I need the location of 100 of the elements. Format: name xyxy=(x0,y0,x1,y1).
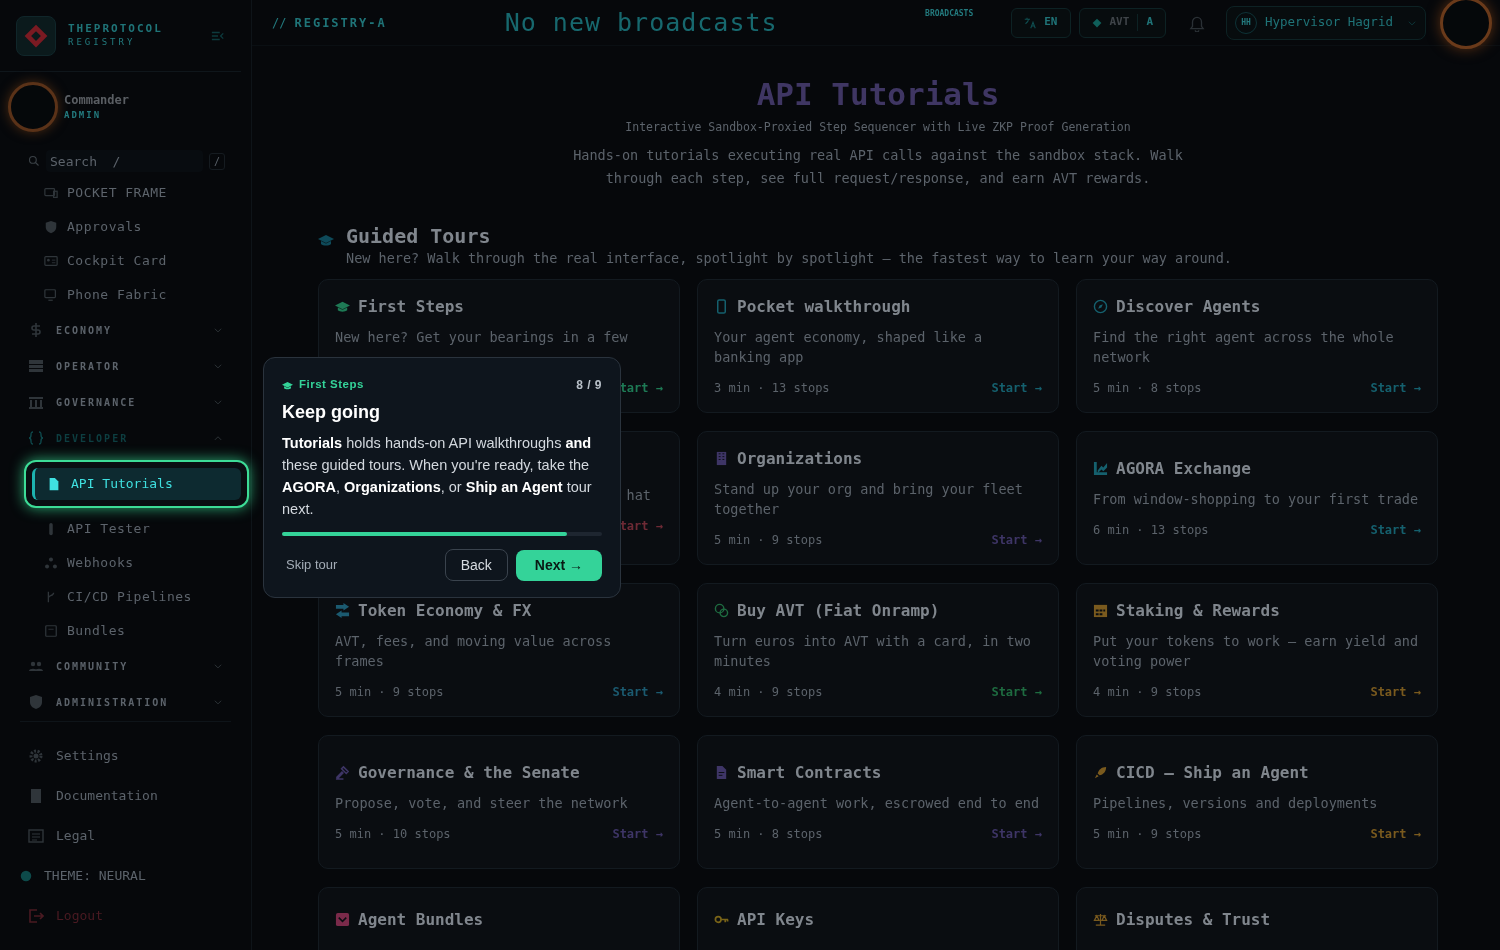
link-label: Logout xyxy=(56,907,103,926)
item-label: API Tutorials xyxy=(71,475,173,494)
logo xyxy=(16,15,56,56)
start-link[interactable]: Start → xyxy=(991,530,1042,549)
step-counter: 8 / 9 xyxy=(576,377,602,394)
card-meta: 6 min · 13 stops xyxy=(1093,521,1209,539)
section-subtitle: New here? Walk through the real interface, spotlight by spotlight — the fastest way to learn your way around. xyxy=(346,249,1232,269)
card-description: AVT, fees, and moving value across frames xyxy=(335,631,613,671)
token-button[interactable]: AVT A xyxy=(1078,7,1166,38)
language-button[interactable]: EN xyxy=(1011,7,1071,38)
start-link[interactable]: Start → xyxy=(1370,520,1421,539)
page-title: API Tutorials xyxy=(755,76,1001,114)
start-link[interactable]: Start → xyxy=(1370,824,1421,843)
search-icon xyxy=(28,155,40,167)
card-title: Token Economy & FX xyxy=(358,599,532,622)
sidebar-item[interactable]: POCKET FRAME xyxy=(0,176,251,210)
section-header[interactable]: COMMUNITY xyxy=(0,648,251,684)
start-link[interactable]: tart → xyxy=(619,378,663,397)
braces-icon xyxy=(28,430,44,446)
back-button[interactable]: Back xyxy=(444,549,508,581)
user-name: Commander xyxy=(64,92,130,110)
translate-icon xyxy=(1024,16,1037,29)
card-title: Agent Bundles xyxy=(358,908,484,931)
card-title: Governance & the Senate xyxy=(358,761,580,784)
shield-icon xyxy=(44,220,58,234)
card-meta: 5 min · 8 stops xyxy=(1093,379,1202,397)
box-icon xyxy=(44,624,58,638)
token-label: AVT xyxy=(1109,14,1130,31)
sidebar-item[interactable]: Webhooks xyxy=(0,546,251,580)
tour-card[interactable]: Token Economy & FX AVT, fees, and moving value across frames 5 min · 9 stops Start → xyxy=(318,582,680,717)
item-label: Phone Fabric xyxy=(67,286,167,305)
id-card-icon xyxy=(44,254,58,268)
card-description: Find the right agent across the whole network xyxy=(1093,327,1395,367)
section-header[interactable]: ADMINISTRATION xyxy=(0,684,251,720)
token-badge: A xyxy=(1137,14,1153,31)
card-meta: 5 min · 9 stops xyxy=(335,683,444,701)
avatar[interactable] xyxy=(8,82,58,132)
start-link[interactable]: Start → xyxy=(991,682,1042,701)
tour-card[interactable]: Governance & the Senate Propose, vote, and steer the network 5 min · 10 stops Start → xyxy=(318,734,680,869)
ticker-label: BROADCASTS xyxy=(925,8,974,20)
tour-card[interactable]: Staking & Rewards Put your tokens to work — earn yield and voting power 4 min · 9 stops Start → xyxy=(1076,582,1438,717)
card-description: New here? Get your bearings in a few xyxy=(335,327,629,347)
start-link[interactable]: Start → xyxy=(612,682,663,701)
breadcrumb-separator: // xyxy=(272,14,287,32)
card-meta: 3 min · 13 stops xyxy=(714,379,830,397)
tour-card[interactable]: CICD — Ship an Agent Pipelines, versions and deployments 5 min · 9 stops Start → xyxy=(1076,734,1438,869)
item-label: API Tester xyxy=(67,520,151,539)
theme-toggle[interactable]: THEME: NEURAL xyxy=(20,856,231,896)
link-label: Documentation xyxy=(56,787,158,806)
section-header[interactable]: ECONOMY xyxy=(0,312,251,348)
card-title: CICD — Ship an Agent xyxy=(1116,761,1309,784)
shield-icon xyxy=(28,694,44,710)
sidebar-link[interactable]: Documentation xyxy=(20,776,231,816)
link-label: Settings xyxy=(56,747,119,766)
sidebar-item[interactable]: Approvals xyxy=(0,210,251,244)
sidebar-item[interactable]: Phone Fabric xyxy=(0,278,251,312)
tour-card[interactable]: API Keys xyxy=(697,886,1059,950)
sidebar-item[interactable]: Cockpit Card xyxy=(0,244,251,278)
tour-card[interactable]: Organizations Stand up your org and bring your fleet together 5 min · 9 stops Start → xyxy=(697,430,1059,565)
next-button[interactable]: Next → xyxy=(515,549,602,581)
sidebar-item[interactable]: API Tester xyxy=(0,512,251,546)
sidebar-link[interactable]: Legal xyxy=(20,816,231,856)
section-header[interactable]: OPERATOR xyxy=(0,348,251,384)
start-link[interactable]: tart → xyxy=(619,516,663,535)
user-menu[interactable]: HH Hypervisor Hagrid xyxy=(1226,5,1426,40)
page-description: Hands-on tutorials executing real API calls against the sandbox stack. Walk through each step, see full request/response, and earn AVT rewards. xyxy=(572,146,1184,189)
gear-icon xyxy=(28,748,44,764)
graduation-cap-icon xyxy=(282,379,293,391)
avatar[interactable] xyxy=(1440,0,1492,49)
tour-card[interactable]: Pocket walkthrough Your agent economy, shaped like a banking app 3 min · 13 stops Start → xyxy=(697,278,1059,413)
card-meta: 5 min · 8 stops xyxy=(714,825,823,843)
tour-card[interactable]: Disputes & Trust xyxy=(1076,886,1438,950)
section-label: ADMINISTRATION xyxy=(56,695,169,710)
skip-tour-button[interactable]: Skip tour xyxy=(282,555,342,575)
start-link[interactable]: Start → xyxy=(612,824,663,843)
building-icon xyxy=(28,394,44,410)
item-label: Bundles xyxy=(67,622,126,641)
breadcrumb[interactable]: REGISTRY-A xyxy=(294,13,387,32)
language-label: EN xyxy=(1044,14,1058,31)
tour-card[interactable]: Smart Contracts Agent-to-agent work, escrowed end to end 5 min · 8 stops Start → xyxy=(697,734,1059,869)
sidebar-item[interactable]: API Tutorials xyxy=(32,468,241,500)
start-link[interactable]: Start → xyxy=(1370,378,1421,397)
card-title: First Steps xyxy=(358,295,464,318)
card-title: AGORA Exchange xyxy=(1116,457,1251,480)
start-link[interactable]: Start → xyxy=(1370,682,1421,701)
search-field[interactable]: Search / xyxy=(46,150,203,172)
card-title: Disputes & Trust xyxy=(1116,908,1271,931)
sidebar-item[interactable]: Bundles xyxy=(0,614,251,648)
tour-card[interactable]: AGORA Exchange From window-shopping to your first trade 6 min · 13 stops Start → xyxy=(1076,430,1438,565)
tour-card[interactable]: Discover Agents Find the right agent across the whole network 5 min · 8 stops Start → xyxy=(1076,278,1438,413)
brand-subtitle: REGISTRY xyxy=(68,36,137,50)
start-link[interactable]: Start → xyxy=(991,824,1042,843)
start-link[interactable]: Start → xyxy=(991,378,1042,397)
tour-card[interactable]: Agent Bundles xyxy=(318,886,680,950)
item-label: Webhooks xyxy=(67,554,134,573)
sidebar-link[interactable]: Settings xyxy=(20,736,231,776)
tour-card[interactable]: Buy AVT (Fiat Onramp) Turn euros into AVT with a card, in two minutes 4 min · 9 stops Start → xyxy=(697,582,1059,717)
section-header[interactable]: GOVERNANCE xyxy=(0,384,251,420)
card-meta: 5 min · 10 stops xyxy=(335,825,451,843)
sidebar-item[interactable]: CI/CD Pipelines xyxy=(0,580,251,614)
